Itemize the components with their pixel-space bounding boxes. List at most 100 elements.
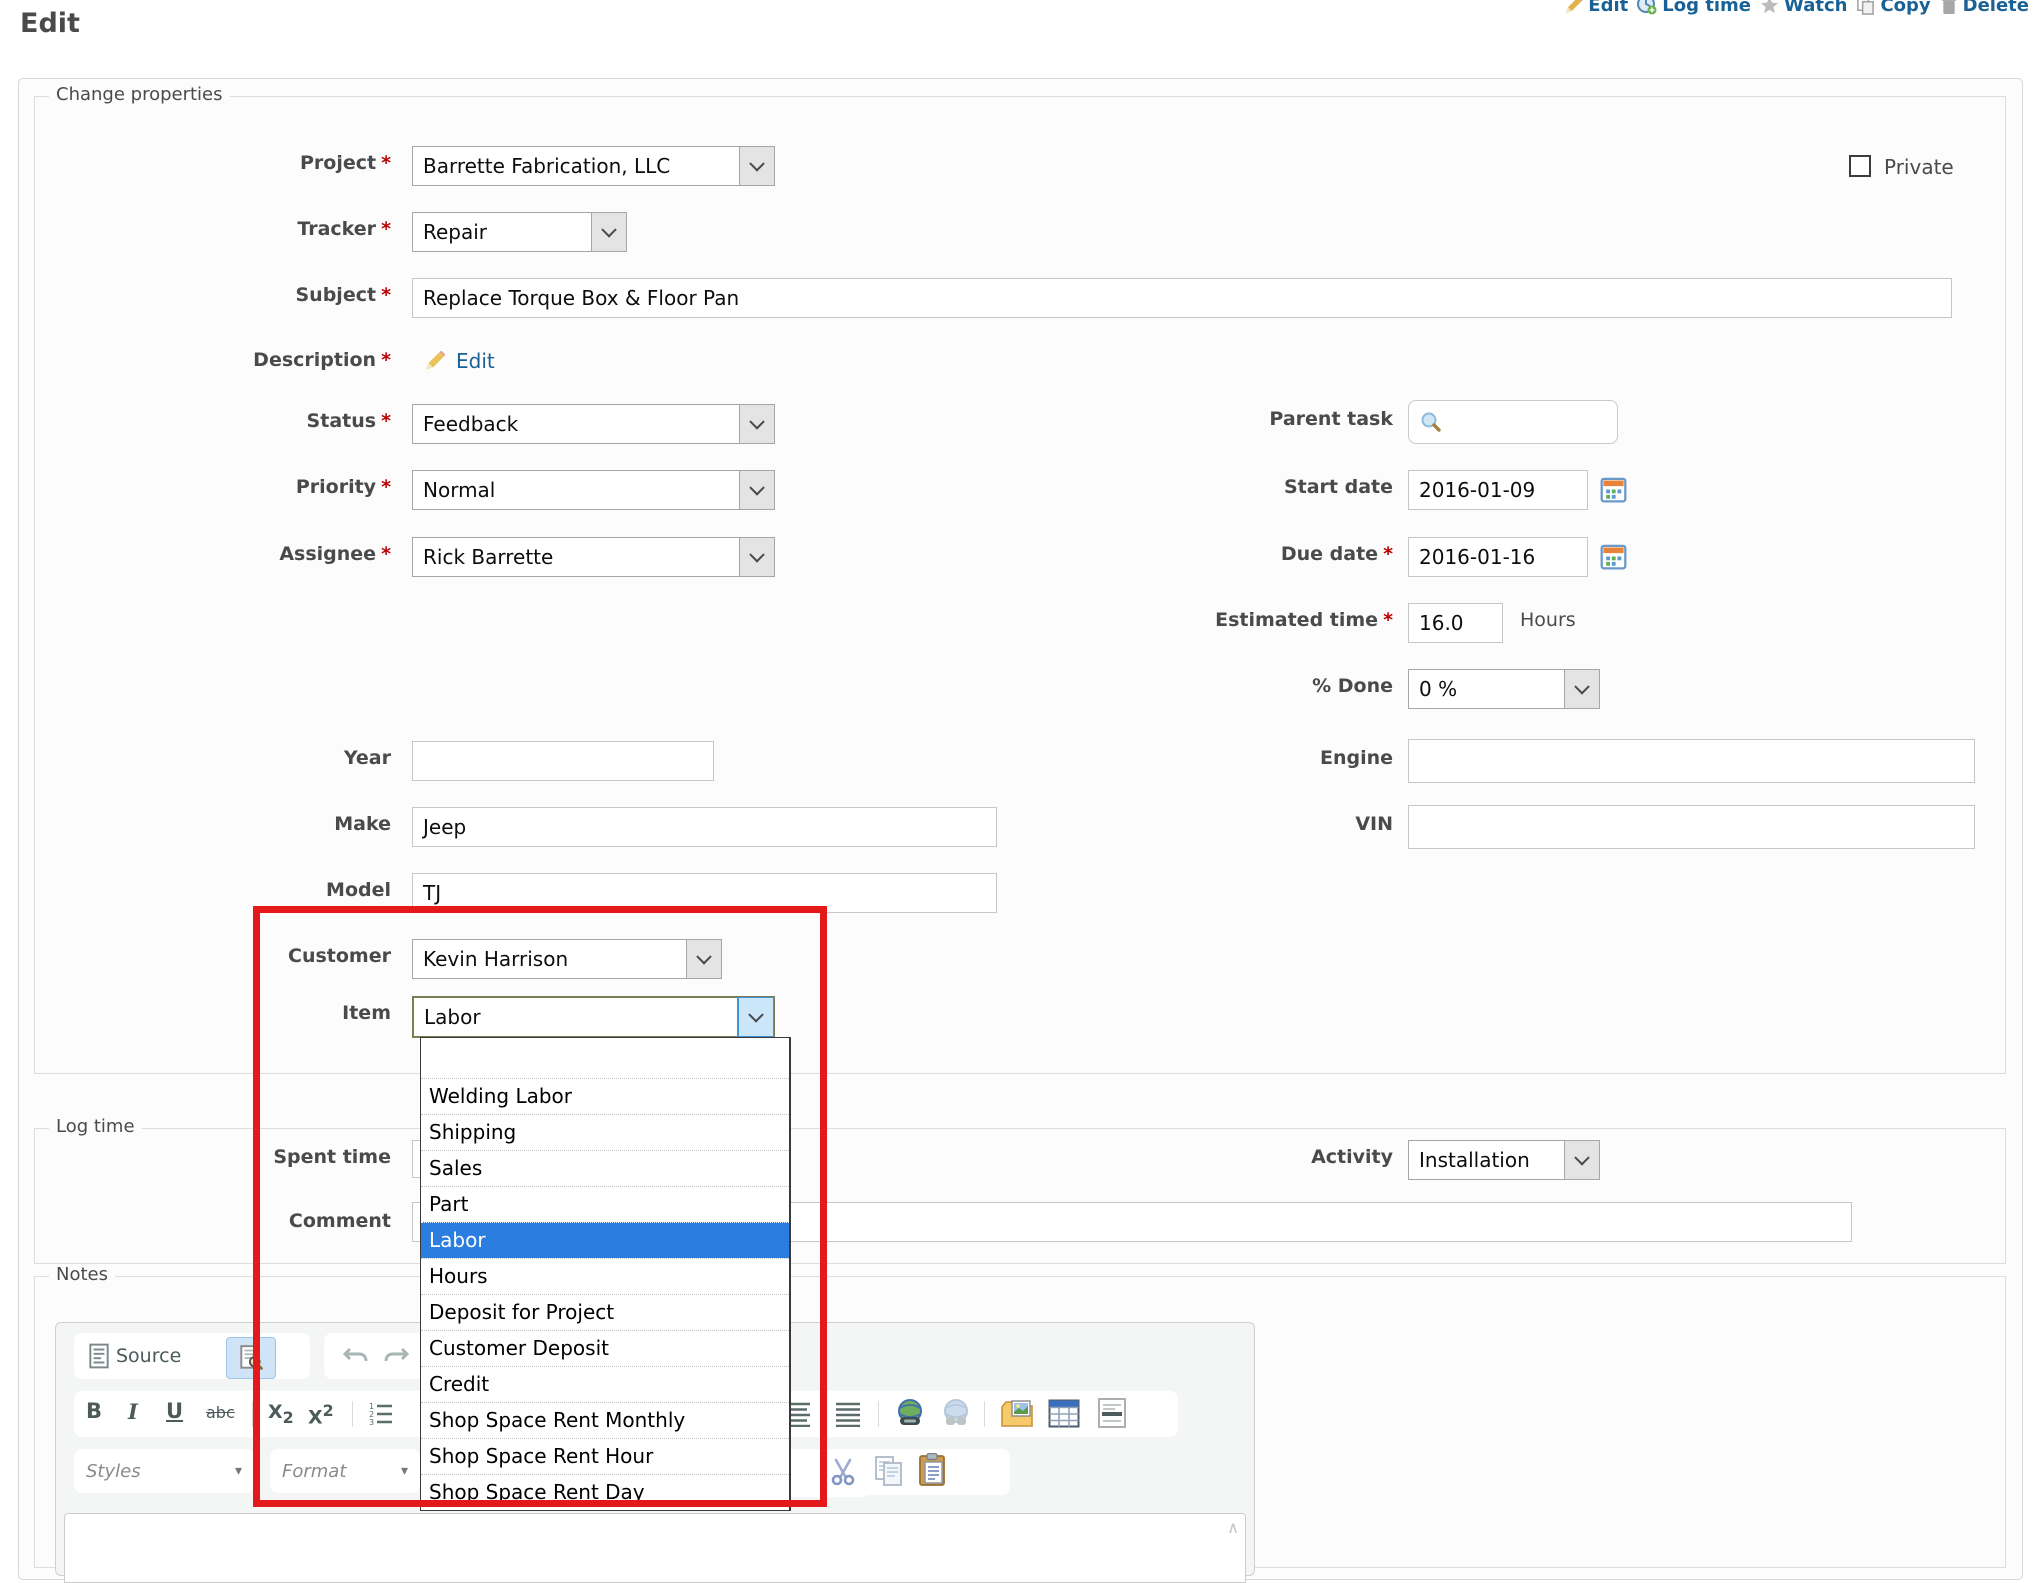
subscript-button[interactable]: X2 — [268, 1401, 294, 1427]
format-combo[interactable]: Format ▾ — [270, 1449, 420, 1493]
estimated-time-unit: Hours — [1520, 609, 1576, 631]
context-watch-link[interactable]: Watch — [1760, 0, 1847, 16]
context-copy-link[interactable]: Copy — [1856, 0, 1930, 16]
chevron-down-icon[interactable] — [739, 471, 774, 509]
styles-combo[interactable]: Styles ▾ — [74, 1449, 254, 1493]
star-icon — [1760, 0, 1779, 15]
spent-time-label: Spent time — [16, 1146, 391, 1168]
customer-select[interactable]: Kevin Harrison — [412, 939, 722, 979]
parent-task-input[interactable] — [1408, 400, 1618, 444]
engine-label: Engine — [1018, 747, 1393, 769]
item-option[interactable]: Sales — [421, 1150, 789, 1186]
item-option[interactable]: Welding Labor — [421, 1078, 789, 1114]
subject-input[interactable]: Replace Torque Box & Floor Pan — [412, 278, 1952, 318]
item-option[interactable]: Shop Space Rent Hour — [421, 1438, 789, 1474]
table-icon[interactable] — [1048, 1399, 1080, 1428]
numbered-list-icon[interactable]: 123 — [368, 1401, 394, 1427]
private-checkbox[interactable] — [1849, 155, 1871, 177]
context-edit-link[interactable]: Edit — [1564, 0, 1628, 16]
item-option-selected[interactable]: Labor — [421, 1222, 789, 1258]
item-option-blank[interactable] — [421, 1038, 789, 1078]
context-log-time-link[interactable]: Log time — [1637, 0, 1751, 16]
trash-icon — [1940, 0, 1958, 15]
bold-button[interactable]: B — [86, 1399, 102, 1423]
link-icon[interactable] — [894, 1397, 926, 1429]
toolbar-separator — [878, 1401, 879, 1427]
context-delete-link[interactable]: Delete — [1940, 0, 2029, 16]
item-select[interactable]: Labor — [412, 996, 775, 1038]
project-label: Project* — [16, 152, 391, 174]
change-properties-legend: Change properties — [49, 84, 230, 105]
calendar-icon[interactable] — [1600, 543, 1627, 570]
engine-input[interactable] — [1408, 739, 1975, 783]
project-select[interactable]: Barrette Fabrication, LLC — [412, 146, 775, 186]
item-option[interactable]: Shop Space Rent Monthly — [421, 1402, 789, 1438]
underline-button[interactable]: U — [166, 1399, 183, 1423]
chevron-down-icon[interactable] — [1564, 670, 1599, 708]
align-justify-icon[interactable] — [834, 1401, 862, 1427]
year-input[interactable] — [412, 741, 714, 781]
chevron-down-icon[interactable] — [739, 147, 774, 185]
estimated-time-input[interactable]: 16.0 — [1408, 603, 1503, 643]
chevron-down-icon[interactable] — [739, 538, 774, 576]
toolbar-separator — [352, 1401, 353, 1427]
start-date-label: Start date — [1018, 476, 1393, 498]
calendar-icon[interactable] — [1600, 476, 1627, 503]
unlink-icon[interactable] — [940, 1397, 972, 1429]
page-title: Edit — [20, 8, 80, 39]
preview-button[interactable] — [226, 1337, 276, 1379]
source-button[interactable]: Source — [88, 1343, 181, 1369]
make-input[interactable]: Jeep — [412, 807, 997, 847]
horizontal-rule-icon[interactable] — [1096, 1397, 1128, 1429]
chevron-down-icon[interactable] — [686, 940, 721, 978]
clock-plus-icon — [1637, 0, 1657, 15]
combo-arrow-icon: ▾ — [401, 1463, 408, 1479]
vin-input[interactable] — [1408, 805, 1975, 849]
copy-icon — [1856, 0, 1875, 15]
activity-select[interactable]: Installation — [1408, 1140, 1600, 1180]
status-select[interactable]: Feedback — [412, 404, 775, 444]
item-option[interactable]: Shipping — [421, 1114, 789, 1150]
due-date-input[interactable]: 2016-01-16 — [1408, 537, 1588, 577]
change-properties-fieldset: Change properties — [34, 96, 2006, 1074]
start-date-input[interactable]: 2016-01-09 — [1408, 470, 1588, 510]
italic-button[interactable]: I — [128, 1399, 138, 1424]
tracker-select[interactable]: Repair — [412, 212, 627, 252]
parent-task-label: Parent task — [1018, 408, 1393, 430]
item-option[interactable]: Deposit for Project — [421, 1294, 789, 1330]
chevron-down-icon[interactable] — [738, 998, 773, 1036]
chevron-down-icon[interactable] — [739, 405, 774, 443]
chevron-down-icon[interactable] — [1564, 1141, 1599, 1179]
item-option[interactable]: Part — [421, 1186, 789, 1222]
chevron-down-icon[interactable] — [591, 213, 626, 251]
copy-icon[interactable] — [874, 1455, 904, 1487]
undo-icon[interactable] — [342, 1343, 370, 1367]
svg-text:3: 3 — [369, 1418, 374, 1427]
model-input[interactable]: TJ — [412, 873, 997, 913]
assignee-select[interactable]: Rick Barrette — [412, 537, 775, 577]
description-edit-link[interactable]: Edit — [456, 349, 495, 373]
item-option[interactable]: Hours — [421, 1258, 789, 1294]
item-option[interactable]: Customer Deposit — [421, 1330, 789, 1366]
scrollbar-up-icon[interactable]: ∧ — [1227, 1518, 1239, 1537]
status-label: Status* — [16, 410, 391, 432]
notes-editor-content[interactable]: ∧ — [64, 1513, 1246, 1583]
model-label: Model — [16, 879, 391, 901]
percent-done-select[interactable]: 0 % — [1408, 669, 1600, 709]
item-dropdown-list: Welding Labor Shipping Sales Part Labor … — [420, 1037, 791, 1511]
comment-label: Comment — [16, 1210, 391, 1232]
strikethrough-button[interactable]: abc — [206, 1403, 235, 1422]
item-option[interactable]: Credit — [421, 1366, 789, 1402]
toolbar-separator — [984, 1401, 985, 1427]
item-option[interactable]: Shop Space Rent Day — [421, 1474, 789, 1510]
priority-select[interactable]: Normal — [412, 470, 775, 510]
superscript-button[interactable]: X2 — [308, 1401, 334, 1428]
activity-label: Activity — [1018, 1146, 1393, 1168]
percent-done-label: % Done — [1018, 675, 1393, 697]
make-label: Make — [16, 813, 391, 835]
redo-icon[interactable] — [382, 1343, 410, 1367]
cut-icon[interactable] — [828, 1457, 858, 1487]
preview-icon — [238, 1344, 264, 1372]
image-icon[interactable] — [1000, 1397, 1034, 1429]
paste-icon[interactable] — [918, 1453, 948, 1487]
